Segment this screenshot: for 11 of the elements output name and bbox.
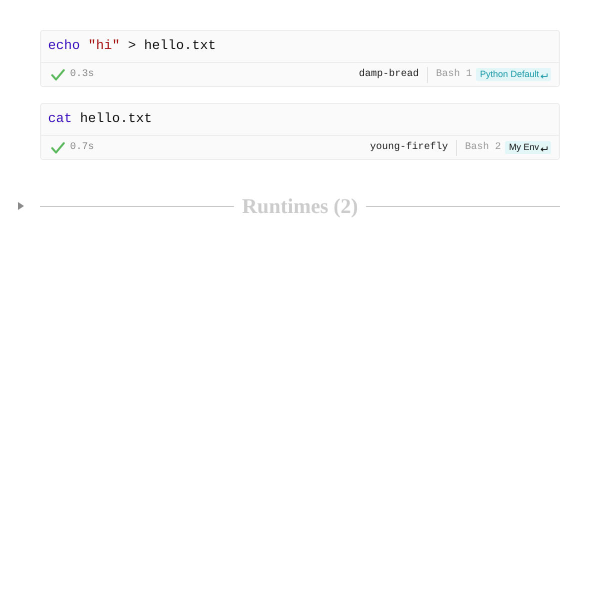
cell-name: young-firefly — [370, 142, 448, 153]
code-line[interactable]: cat hello.txt — [41, 104, 559, 135]
code-line[interactable]: echo "hi" > hello.txt — [41, 31, 559, 62]
environment-selector[interactable]: My Env — [504, 141, 551, 154]
kernel-label: Bash 1 — [436, 69, 472, 80]
cell-name: damp-bread — [358, 69, 419, 80]
return-arrow-icon — [540, 72, 548, 78]
duration-text: 0.7s — [70, 142, 94, 153]
return-arrow-icon — [540, 146, 548, 152]
duration-text: 0.3s — [70, 69, 94, 80]
kernel-label: Bash 2 — [464, 142, 501, 153]
